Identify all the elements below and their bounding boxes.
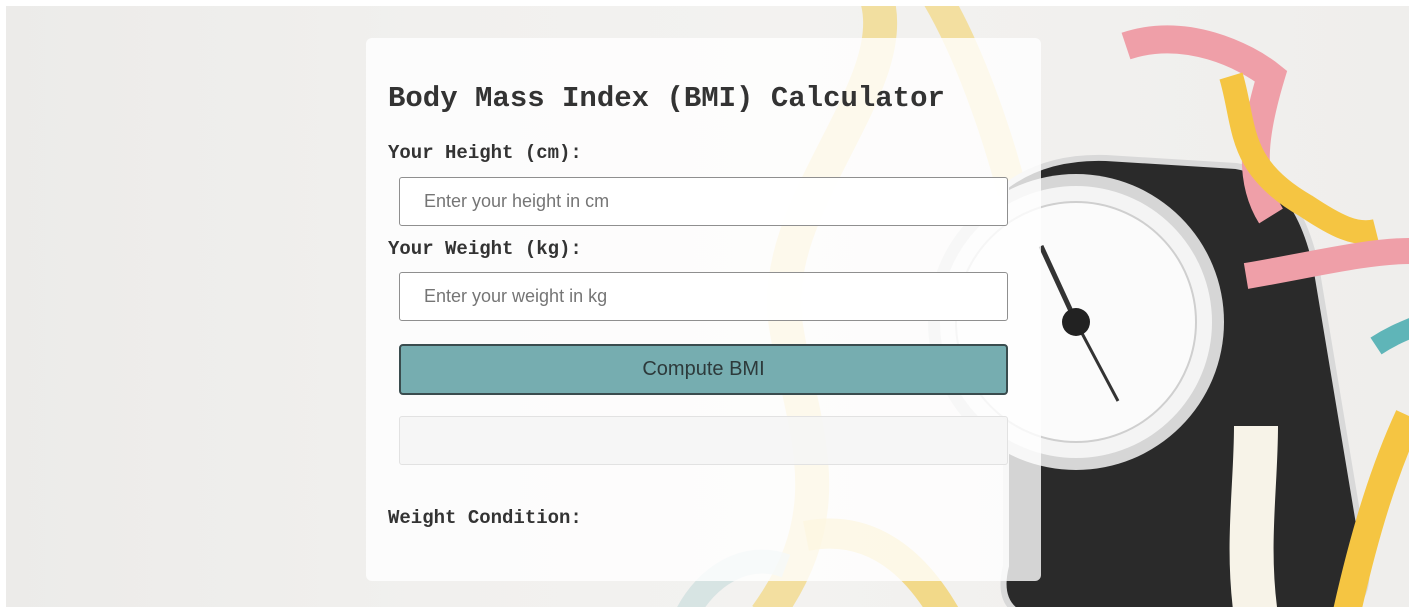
weight-input[interactable] bbox=[399, 272, 1008, 321]
bmi-calculator-card: Body Mass Index (BMI) Calculator Your He… bbox=[366, 38, 1041, 581]
compute-bmi-button[interactable]: Compute BMI bbox=[399, 344, 1008, 395]
height-input[interactable] bbox=[399, 177, 1008, 226]
bmi-result-field bbox=[399, 416, 1008, 465]
weight-label: Your Weight (kg): bbox=[388, 238, 582, 260]
page-title: Body Mass Index (BMI) Calculator bbox=[388, 82, 945, 115]
weight-condition-label: Weight Condition: bbox=[388, 507, 582, 529]
height-label: Your Height (cm): bbox=[388, 142, 582, 164]
